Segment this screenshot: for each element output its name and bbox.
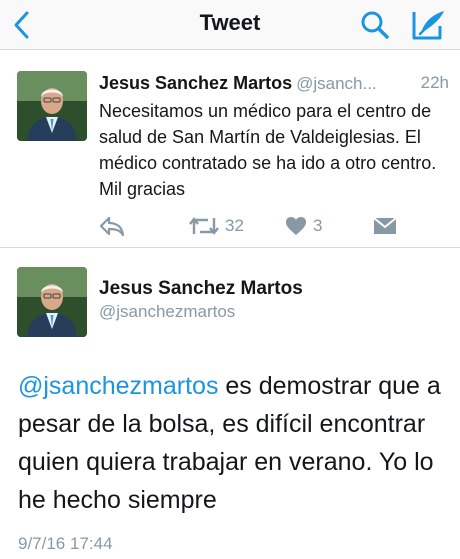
user-handle[interactable]: @jsanchezmartos: [99, 302, 235, 322]
search-icon[interactable]: [358, 9, 392, 41]
reply-button[interactable]: [99, 211, 125, 241]
envelope-icon: [373, 217, 397, 234]
avatar[interactable]: [17, 267, 87, 337]
retweet-count: 32: [225, 216, 244, 235]
retweet-icon: [189, 217, 219, 235]
retweet-button[interactable]: 32: [189, 211, 244, 241]
timestamp: 22h: [418, 71, 449, 95]
compose-icon[interactable]: [408, 8, 448, 42]
mention-link[interactable]: @jsanchezmartos: [18, 372, 218, 400]
nav-bar: Tweet: [0, 0, 460, 50]
avatar[interactable]: [17, 71, 87, 141]
display-name[interactable]: Jesus Sanchez Martos: [99, 278, 303, 300]
tweet-list-item[interactable]: Jesus Sanchez Martos @jsanch... 22h Neces…: [0, 51, 460, 248]
like-button[interactable]: 3: [285, 211, 322, 241]
tweet-header: Jesus Sanchez Martos @jsanch... 22h: [99, 71, 449, 95]
display-name[interactable]: Jesus Sanchez Martos: [99, 73, 292, 93]
user-handle[interactable]: @jsanch...: [296, 74, 377, 93]
heart-icon: [286, 217, 306, 235]
reply-icon: [99, 216, 125, 237]
like-count: 3: [313, 216, 323, 235]
tweet-actions: 32 3: [99, 211, 439, 241]
tweet-detail: Jesus Sanchez Martos @jsanchezmartos @js…: [0, 249, 460, 559]
direct-message-button[interactable]: [373, 211, 397, 241]
tweet-text: @jsanchezmartos es demostrar que a pesar…: [18, 367, 450, 519]
tweet-date: 9/7/16 17:44: [18, 534, 113, 553]
tweet-text: Necesitamos un médico para el centro de …: [99, 101, 437, 199]
